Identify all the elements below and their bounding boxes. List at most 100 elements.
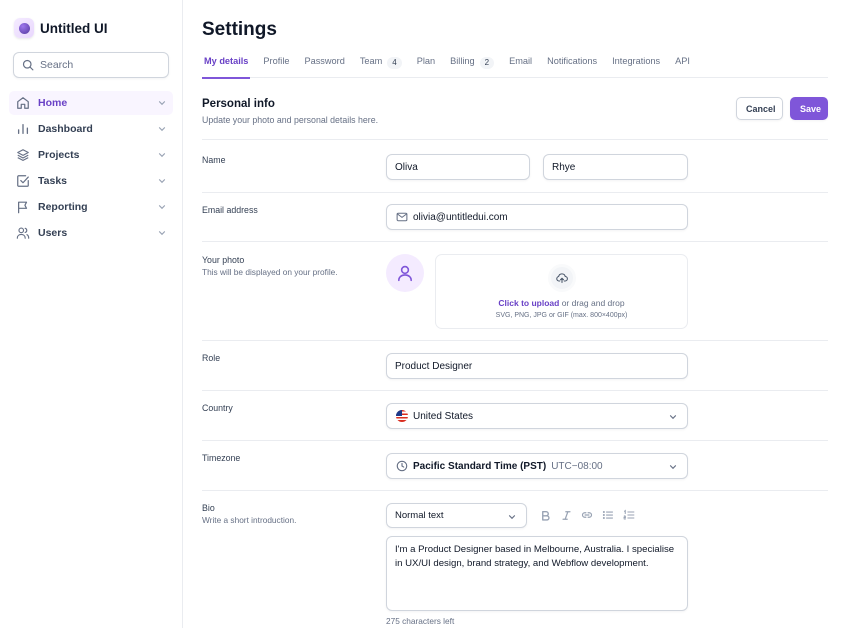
tab-my-details[interactable]: My details	[202, 52, 251, 79]
tab-label: Notifications	[547, 56, 598, 66]
bullet-list-icon[interactable]	[601, 508, 615, 522]
first-name-field[interactable]	[386, 154, 530, 180]
characters-left: 275 characters left	[386, 616, 455, 626]
divider	[202, 192, 828, 193]
tab-integrations[interactable]: Integrations	[610, 52, 662, 78]
italic-icon[interactable]	[559, 508, 573, 522]
page-title: Settings	[202, 19, 277, 40]
sidebar-item-label: Reporting	[38, 201, 88, 213]
country-label: Country	[202, 403, 233, 413]
divider	[202, 390, 828, 391]
country-value: United States	[413, 410, 474, 422]
name-label: Name	[202, 155, 226, 165]
timezone-value: Pacific Standard Time (PST)	[413, 460, 547, 472]
tab-password[interactable]: Password	[302, 52, 346, 78]
section-subtitle: Update your photo and personal details h…	[202, 115, 379, 125]
rich-text-toolbar	[538, 508, 643, 522]
tab-plan[interactable]: Plan	[415, 52, 437, 78]
sidebar-item-dashboard[interactable]: Dashboard	[9, 117, 173, 141]
email-label: Email address	[202, 205, 258, 215]
photo-label: Your photo	[202, 255, 245, 265]
tab-label: Email	[509, 56, 533, 66]
tab-label: API	[675, 56, 690, 66]
logo[interactable]: Untitled UI	[14, 18, 108, 38]
clock-icon	[395, 460, 408, 473]
divider	[202, 440, 828, 441]
upload-text: or drag and drop	[559, 298, 625, 308]
chevron-down-icon	[158, 231, 166, 236]
chevron-down-icon	[158, 153, 166, 158]
tab-label: Plan	[416, 56, 436, 66]
email-input[interactable]	[413, 211, 679, 223]
sidebar-item-home[interactable]: Home	[9, 91, 173, 115]
country-select[interactable]: United States	[386, 403, 688, 429]
first-name-input[interactable]	[395, 161, 521, 173]
section-title: Personal info	[202, 98, 275, 110]
bio-textarea[interactable]: I'm a Product Designer based in Melbourn…	[386, 536, 688, 611]
flag-icon	[16, 200, 30, 214]
tab-label: Password	[304, 56, 345, 66]
sidebar-item-tasks[interactable]: Tasks	[9, 169, 173, 193]
last-name-field[interactable]	[543, 154, 688, 180]
sidebar-item-label: Projects	[38, 149, 80, 161]
tab-email[interactable]: Email	[507, 52, 534, 78]
timezone-select[interactable]: Pacific Standard Time (PST) UTC−08:00	[386, 453, 688, 479]
role-label: Role	[202, 353, 221, 363]
divider	[202, 139, 828, 140]
us-flag-icon	[395, 410, 408, 423]
bio-label: Bio	[202, 503, 215, 513]
users-icon	[16, 226, 30, 240]
chevron-down-icon	[158, 205, 166, 210]
layers-icon	[16, 148, 30, 162]
role-field[interactable]	[386, 353, 688, 379]
chevron-down-icon	[669, 465, 677, 470]
tab-billing[interactable]: Billing 2	[448, 52, 496, 78]
bold-icon[interactable]	[538, 508, 552, 522]
sidebar-item-users[interactable]: Users	[9, 221, 173, 245]
chevron-down-icon	[669, 415, 677, 420]
bio-hint: Write a short introduction.	[202, 515, 297, 525]
tab-api[interactable]: API	[673, 52, 692, 78]
file-upload-dropzone[interactable]: Click to upload or drag and drop SVG, PN…	[435, 254, 688, 329]
tab-label: Integrations	[612, 56, 661, 66]
sidebar-item-reporting[interactable]: Reporting	[9, 195, 173, 219]
chevron-down-icon	[158, 179, 166, 184]
tab-label: Team	[359, 56, 383, 66]
divider	[202, 241, 828, 242]
tab-label: Billing	[450, 56, 475, 66]
divider	[202, 340, 828, 341]
count-badge: 2	[479, 57, 495, 69]
role-input[interactable]	[395, 360, 679, 372]
sidebar-item-projects[interactable]: Projects	[9, 143, 173, 167]
logo-icon	[14, 18, 34, 38]
tab-label: My details	[204, 56, 249, 66]
last-name-input[interactable]	[552, 161, 679, 173]
click-to-upload-link[interactable]: Click to upload	[498, 298, 559, 308]
main-content: Settings My details Profile Password Tea…	[184, 0, 845, 628]
user-icon	[398, 265, 412, 282]
email-field[interactable]	[386, 204, 688, 230]
timezone-label: Timezone	[202, 453, 241, 463]
chevron-down-icon	[508, 515, 516, 520]
chevron-down-icon	[158, 101, 166, 106]
text-format-select[interactable]: Normal text	[386, 503, 527, 528]
sidebar-item-label: Tasks	[38, 175, 67, 187]
search-input[interactable]	[40, 59, 150, 71]
search-box[interactable]	[13, 52, 169, 78]
tab-team[interactable]: Team 4	[358, 52, 404, 78]
cancel-button[interactable]: Cancel	[736, 97, 783, 120]
upload-cloud-icon	[547, 264, 576, 292]
timezone-offset: UTC−08:00	[551, 460, 603, 472]
divider	[202, 490, 828, 491]
tab-profile[interactable]: Profile	[261, 52, 291, 78]
sidebar-item-label: Users	[38, 227, 68, 239]
avatar	[386, 254, 424, 292]
tab-notifications[interactable]: Notifications	[545, 52, 599, 78]
sidebar-nav: Home Dashboard Projects Tasks Reporting …	[9, 91, 173, 247]
link-icon[interactable]	[580, 508, 594, 522]
text-format-value: Normal text	[395, 510, 444, 521]
numbered-list-icon[interactable]	[622, 508, 636, 522]
save-button[interactable]: Save	[790, 97, 828, 120]
section-header: Personal info Update your photo and pers…	[202, 98, 378, 125]
mail-icon	[395, 211, 408, 224]
